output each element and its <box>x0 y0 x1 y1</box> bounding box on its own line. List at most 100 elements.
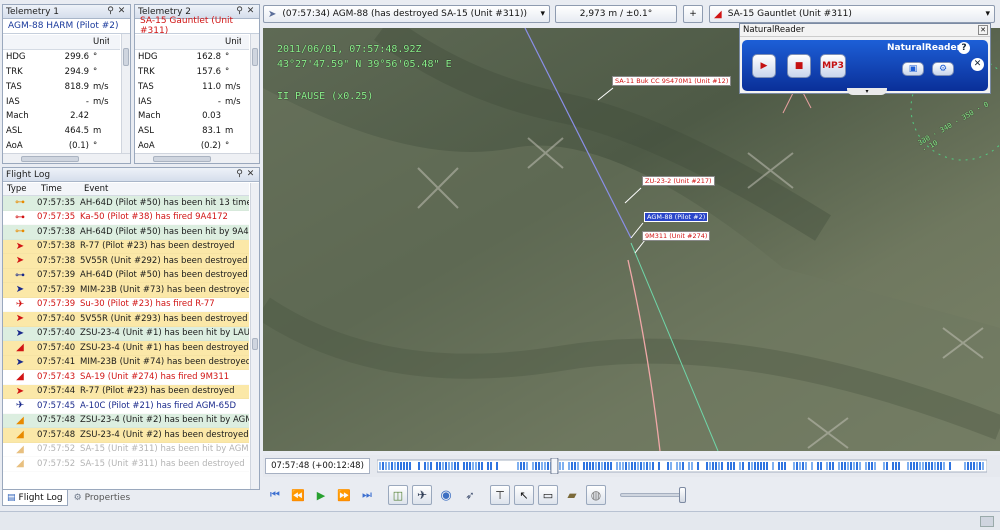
tab-flight-log[interactable]: ▤ Flight Log <box>2 490 68 506</box>
log-row[interactable]: ➤ 07:57:40 5V55R (Unit #293) has been dest… <box>3 312 249 327</box>
log-event: ZSU-23-4 (Unit #1) has been destroyed <box>80 342 249 353</box>
log-row[interactable]: ◢ 07:57:52 SA-15 (Unit #311) has been hit … <box>3 442 249 457</box>
log-row[interactable]: ➤ 07:57:40 ZSU-23-4 (Unit #1) has been hit… <box>3 326 249 341</box>
close-icon[interactable]: ✕ <box>116 6 127 17</box>
window-mode-button[interactable]: ▣ <box>902 62 924 76</box>
status-bar <box>0 511 1000 530</box>
telemetry1-vscroll[interactable] <box>121 34 130 153</box>
log-row[interactable]: ⊶ 07:57:35 Ka-50 (Pilot #38) has fired 9A4… <box>3 210 249 225</box>
column-event[interactable]: Event <box>80 184 108 194</box>
timeline-event-mark <box>610 462 612 470</box>
log-row[interactable]: ⊶ 07:57:39 AH-64D (Pilot #50) has been des… <box>3 268 249 283</box>
forward-button[interactable]: ⏩ <box>337 484 351 506</box>
label-9m311[interactable]: 9M311 (Unit #274) <box>642 231 711 241</box>
timeline-event-mark <box>436 462 438 470</box>
close-reader-button[interactable]: ✕ <box>971 58 984 71</box>
timeline-event-mark <box>478 462 480 470</box>
log-row[interactable]: ➤ 07:57:38 R-77 (Pilot #23) has been destr… <box>3 239 249 254</box>
first-button[interactable]: ⏮ <box>268 484 282 506</box>
timeline-event-mark <box>640 462 642 470</box>
flightlog-vscroll[interactable] <box>250 183 259 489</box>
aircraft-filter-button[interactable]: ✈ <box>412 485 432 505</box>
log-row[interactable]: ◢ 07:57:48 ZSU-23-4 (Unit #2) has been hit… <box>3 413 249 428</box>
play-button[interactable]: ▶ <box>752 54 776 78</box>
timeline-event-mark <box>670 462 672 470</box>
log-time: 07:57:38 <box>37 241 76 252</box>
log-row[interactable]: ◢ 07:57:40 ZSU-23-4 (Unit #1) has been des… <box>3 341 249 356</box>
volume-thumb[interactable] <box>678 487 686 503</box>
pin-icon[interactable]: ⚲ <box>234 169 245 180</box>
timeline-event-mark <box>616 462 618 470</box>
pointer-button[interactable]: ↖ <box>514 485 534 505</box>
telemetry1-hscroll[interactable] <box>3 153 130 163</box>
telemetry-value: 83.1 <box>202 126 221 137</box>
column-type[interactable]: Type <box>3 184 37 194</box>
timeline-event-mark <box>727 462 729 470</box>
log-row[interactable]: ➤ 07:57:44 R-77 (Pilot #23) has been destr… <box>3 384 249 399</box>
telemetry1-subject[interactable]: AGM-88 HARM (Pilot #2) <box>3 19 130 34</box>
tank-filter-button[interactable]: ▰ <box>562 485 582 505</box>
expand-tab[interactable]: ▾ <box>847 88 887 95</box>
volume-slider[interactable] <box>620 493 686 497</box>
log-row[interactable]: ➤ 07:57:41 MIM-23B (Unit #74) has been des… <box>3 355 249 370</box>
log-row[interactable]: ✈ 07:57:39 Su-30 (Pilot #23) has fired R-7… <box>3 297 249 312</box>
close-icon[interactable]: ✕ <box>245 169 256 180</box>
tab-properties[interactable]: ⚙ Properties <box>70 490 135 506</box>
vehicle-filter-button[interactable]: ◫ <box>388 485 408 505</box>
globe-button[interactable]: ◉ <box>436 485 456 505</box>
timeline-event-mark <box>457 462 459 470</box>
column-time[interactable]: Time <box>37 184 80 194</box>
log-row[interactable]: ➤ 07:57:38 5V55R (Unit #292) has been dest… <box>3 254 249 269</box>
timeline-event-mark <box>973 462 975 470</box>
close-icon[interactable]: ✕ <box>978 25 988 35</box>
tank-icon: ▰ <box>567 488 577 502</box>
telemetry2-subject[interactable]: SA-15 Gauntlet (Unit #311) <box>135 16 259 36</box>
log-row[interactable]: ◢ 07:57:43 SA-19 (Unit #274) has fired 9M3… <box>3 370 249 385</box>
target-select[interactable]: ◢ SA-15 Gauntlet (Unit #311) ▾ <box>709 5 995 23</box>
measure-button[interactable]: ⊤ <box>490 485 510 505</box>
naturalreader-titlebar[interactable]: NaturalReader ✕ <box>740 24 990 37</box>
play-button[interactable]: ▶ <box>314 484 328 506</box>
log-row[interactable]: ⊶ 07:57:38 AH-64D (Pilot #50) has been hit… <box>3 225 249 240</box>
timeline-event-mark <box>796 462 798 470</box>
jet-icon: ✈ <box>15 400 25 412</box>
telemetry-unit: ° <box>225 140 230 151</box>
telemetry-unit: m/s <box>93 96 109 107</box>
missile-icon: ➶ <box>465 488 475 502</box>
telemetry2-vscroll[interactable] <box>250 34 259 153</box>
label-zu23[interactable]: ZU-23-2 (Unit #217) <box>642 176 715 186</box>
help-button[interactable]: ? <box>958 42 970 54</box>
telemetry2-hscroll[interactable] <box>135 153 259 163</box>
add-button[interactable]: + <box>683 5 703 23</box>
telemetry-row: HDG 162.8 ° <box>135 50 249 65</box>
telemetry2-subject-label: SA-15 Gauntlet (Unit #311) <box>140 16 234 36</box>
timeline-event-mark <box>547 462 549 470</box>
timeline-event-mark <box>742 462 744 470</box>
telemetry-param: TRK <box>6 66 23 77</box>
telemetry-param: IAS <box>138 96 152 107</box>
label-agm88[interactable]: AGM-88 (Pilot #2) <box>644 212 709 222</box>
timeline-track[interactable] <box>377 458 987 474</box>
mp3-button[interactable]: MP3 <box>820 54 846 78</box>
timeline-event-mark <box>721 462 723 470</box>
log-row[interactable]: ◢ 07:57:48 ZSU-23-4 (Unit #2) has been des… <box>3 428 249 443</box>
timeline-event-mark <box>406 462 408 470</box>
terrain-button[interactable]: ◍ <box>586 485 606 505</box>
telemetry-value: 11.0 <box>202 81 221 92</box>
telemetry-param: Mach <box>6 111 29 122</box>
settings-button[interactable]: ⚙ <box>932 62 954 76</box>
last-button[interactable]: ⏭ <box>360 484 374 506</box>
label-sa11[interactable]: SA-11 Buk CC 9S470M1 (Unit #12) <box>612 76 732 86</box>
log-row[interactable]: ◢ 07:57:52 SA-15 (Unit #311) has been dest… <box>3 457 249 472</box>
missile-filter-button[interactable]: ➶ <box>460 485 480 505</box>
log-row[interactable]: ➤ 07:57:39 MIM-23B (Unit #73) has been des… <box>3 283 249 298</box>
label-button[interactable]: ▭ <box>538 485 558 505</box>
pin-icon[interactable]: ⚲ <box>105 6 116 17</box>
stop-button[interactable]: ■ <box>787 54 811 78</box>
event-select[interactable]: ➤ (07:57:34) AGM-88 (has destroyed SA-15… <box>263 5 550 23</box>
timeline-event-mark <box>919 462 921 470</box>
rewind-button[interactable]: ⏪ <box>291 484 305 506</box>
timeline-thumb[interactable] <box>550 458 559 474</box>
log-row[interactable]: ⊶ 07:57:35 AH-64D (Pilot #50) has been hit… <box>3 196 249 211</box>
log-row[interactable]: ✈ 07:57:45 A-10C (Pilot #21) has fired AGM… <box>3 399 249 414</box>
